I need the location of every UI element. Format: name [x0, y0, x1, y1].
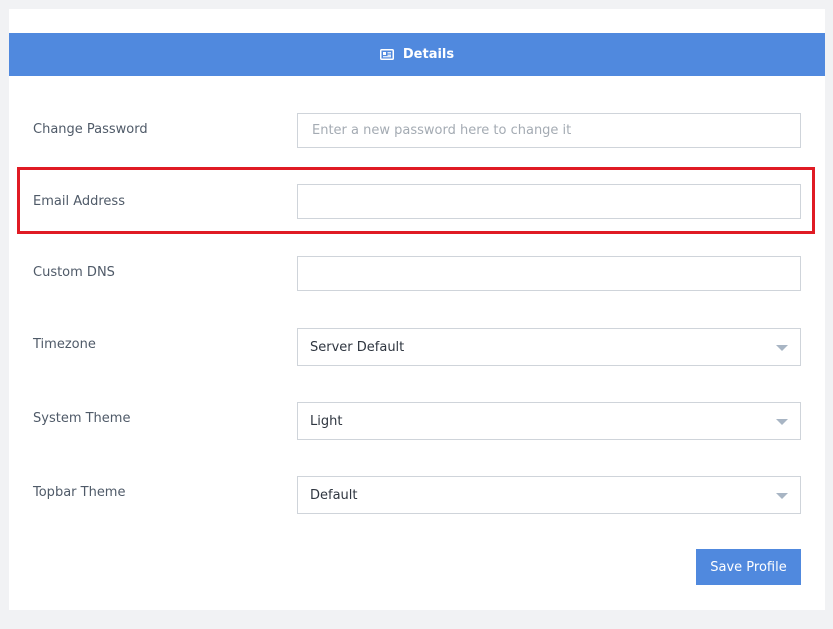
topbar-theme-label: Topbar Theme	[33, 485, 126, 500]
timezone-label: Timezone	[33, 337, 96, 352]
system-theme-value: Light	[310, 413, 343, 429]
change-password-label: Change Password	[33, 122, 148, 137]
system-theme-label: System Theme	[33, 411, 131, 426]
topbar-theme-value: Default	[310, 487, 358, 503]
details-title: Details	[402, 47, 455, 62]
custom-dns-label: Custom DNS	[33, 265, 115, 280]
save-profile-button[interactable]: Save Profile	[696, 549, 801, 585]
id-card-icon	[379, 49, 394, 60]
topbar-theme-select[interactable]: Default	[297, 476, 801, 514]
email-address-input[interactable]	[297, 184, 801, 219]
email-address-label: Email Address	[33, 194, 125, 209]
custom-dns-input[interactable]	[297, 256, 801, 291]
change-password-input[interactable]	[297, 113, 801, 148]
chevron-down-icon	[776, 345, 788, 351]
timezone-value: Server Default	[310, 339, 405, 355]
timezone-select[interactable]: Server Default	[297, 328, 801, 366]
details-header: Details	[9, 33, 825, 76]
chevron-down-icon	[776, 493, 788, 499]
system-theme-select[interactable]: Light	[297, 402, 801, 440]
profile-card: Details Change Password Email Address Cu…	[9, 9, 825, 610]
chevron-down-icon	[776, 419, 788, 425]
